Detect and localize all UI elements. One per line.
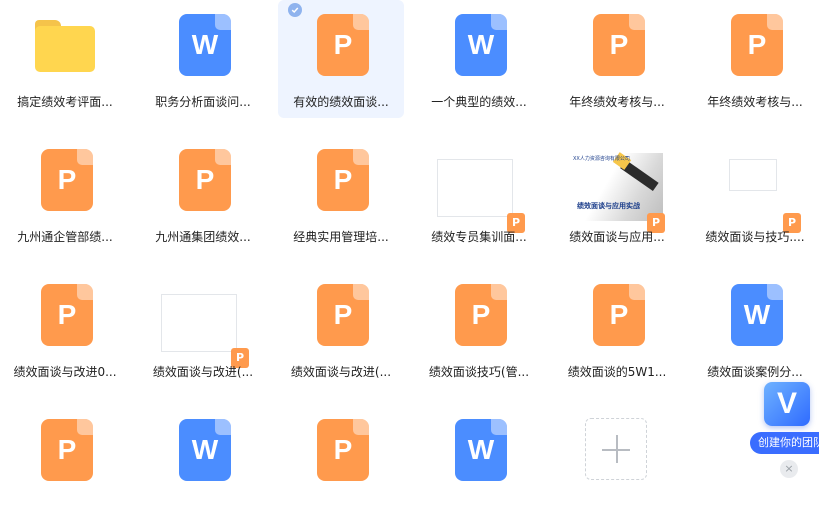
file-item[interactable]: P	[2, 405, 128, 523]
file-item[interactable]: P 年终绩效考核与...	[554, 0, 680, 118]
close-icon[interactable]: ×	[780, 460, 798, 478]
ppt-doc-icon: P	[731, 14, 783, 76]
file-name-label: 绩效面谈与改进(...	[290, 365, 392, 379]
file-name-label: 九州通企管部绩...	[17, 230, 113, 244]
file-type-glyph: W	[743, 299, 771, 330]
folder-icon	[35, 20, 95, 72]
file-name-label: 九州通集团绩效...	[155, 230, 251, 244]
file-preview-thumbnail: P	[711, 153, 801, 233]
file-item[interactable]: W	[140, 405, 266, 523]
file-name-label: 职务分析面谈问...	[155, 95, 251, 109]
word-doc-icon: W	[731, 284, 783, 346]
file-name-label: 一个典型的绩效...	[431, 95, 527, 109]
file-item[interactable]: P 有效的绩效面谈...	[278, 0, 404, 118]
ppt-doc-icon: P	[317, 149, 369, 211]
ppt-doc-icon: P	[41, 419, 93, 481]
file-item[interactable]: P 绩效面谈与改进(...	[278, 270, 404, 388]
file-name-label: 绩效面谈的5W1...	[567, 365, 667, 379]
file-item[interactable]: P 绩效面谈的5W1...	[554, 270, 680, 388]
ppt-doc-icon: P	[179, 149, 231, 211]
file-item[interactable]: P 绩效面谈技巧(管...	[416, 270, 542, 388]
team-badge-icon[interactable]: V	[764, 382, 810, 426]
file-type-glyph: P	[57, 164, 77, 195]
file-type-glyph: P	[333, 299, 353, 330]
file-type-glyph: P	[333, 434, 353, 465]
file-item[interactable]: XX人力资源咨询有限公司 绩效面谈与应用实战 P 绩效面谈与应用...	[554, 135, 680, 253]
file-item[interactable]: P 年终绩效考核与...	[692, 0, 818, 118]
file-item[interactable]: 搞定绩效考评面...	[2, 0, 128, 118]
file-item[interactable]: W 绩效面谈案例分...	[692, 270, 818, 388]
file-item[interactable]: W 一个典型的绩效...	[416, 0, 542, 118]
file-item[interactable]: P 经典实用管理培...	[278, 135, 404, 253]
file-item[interactable]: W	[416, 405, 542, 523]
word-doc-icon: W	[179, 419, 231, 481]
file-item[interactable]: W 职务分析面谈问...	[140, 0, 266, 118]
file-item[interactable]: P 九州通企管部绩...	[2, 135, 128, 253]
file-item[interactable]: P 绩效面谈与技巧....	[692, 135, 818, 253]
team-widget[interactable]: V 创建你的团队 ×	[748, 378, 819, 484]
add-file-tile[interactable]	[585, 418, 647, 480]
ppt-doc-icon: P	[317, 14, 369, 76]
plus-icon-vertical	[616, 435, 618, 463]
file-preview-thumbnail: XX人力资源咨询有限公司 绩效面谈与应用实战 P	[571, 152, 665, 233]
ppt-doc-icon: P	[593, 14, 645, 76]
checkmark-icon[interactable]	[288, 3, 302, 17]
file-type-glyph: P	[57, 299, 77, 330]
ppt-doc-icon: P	[455, 284, 507, 346]
file-name-label: 绩效面谈与改进0...	[13, 365, 117, 379]
file-name-label: 绩效面谈与技巧....	[705, 230, 805, 244]
file-type-glyph: P	[609, 299, 629, 330]
preview-title-text: 绩效面谈与应用实战	[577, 202, 640, 210]
file-type-glyph: W	[191, 29, 219, 60]
file-type-glyph: P	[609, 29, 629, 60]
file-type-glyph: P	[195, 164, 215, 195]
file-name-label: 年终绩效考核与...	[569, 95, 665, 109]
file-type-glyph: P	[747, 29, 767, 60]
file-name-label: 搞定绩效考评面...	[17, 95, 113, 109]
file-type-glyph: W	[191, 434, 219, 465]
word-doc-icon: W	[455, 419, 507, 481]
create-team-button[interactable]: 创建你的团队	[750, 432, 819, 454]
file-type-glyph: P	[333, 29, 353, 60]
file-type-glyph: W	[467, 434, 495, 465]
file-type-glyph: P	[471, 299, 491, 330]
ppt-doc-icon: P	[593, 284, 645, 346]
file-type-glyph: P	[333, 164, 353, 195]
file-item[interactable]: P 九州通集团绩效...	[140, 135, 266, 253]
file-item[interactable]: P	[278, 405, 404, 523]
ppt-doc-icon: P	[41, 284, 93, 346]
file-type-glyph: W	[467, 29, 495, 60]
file-name-label: 绩效面谈与应用...	[569, 230, 665, 244]
preview-header-text: XX人力资源咨询有限公司	[573, 156, 630, 162]
file-type-glyph: P	[57, 434, 77, 465]
file-name-label: 有效的绩效面谈...	[293, 95, 389, 109]
file-name-label: 年终绩效考核与...	[707, 95, 803, 109]
file-name-label: 绩效专员集训面...	[431, 230, 527, 244]
word-doc-icon: W	[179, 14, 231, 76]
file-item[interactable]: P 绩效专员集训面...	[416, 135, 542, 253]
file-preview-thumbnail: P	[159, 288, 249, 368]
word-doc-icon: W	[455, 14, 507, 76]
ppt-doc-icon: P	[41, 149, 93, 211]
file-item[interactable]: P 绩效面谈与改进(...	[140, 270, 266, 388]
file-name-label: 经典实用管理培...	[293, 230, 389, 244]
ppt-doc-icon: P	[317, 284, 369, 346]
file-preview-thumbnail: P	[435, 153, 525, 233]
file-item[interactable]: P 绩效面谈与改进0...	[2, 270, 128, 388]
file-name-label: 绩效面谈技巧(管...	[428, 365, 530, 379]
file-name-label: 绩效面谈与改进(...	[152, 365, 254, 379]
ppt-doc-icon: P	[317, 419, 369, 481]
